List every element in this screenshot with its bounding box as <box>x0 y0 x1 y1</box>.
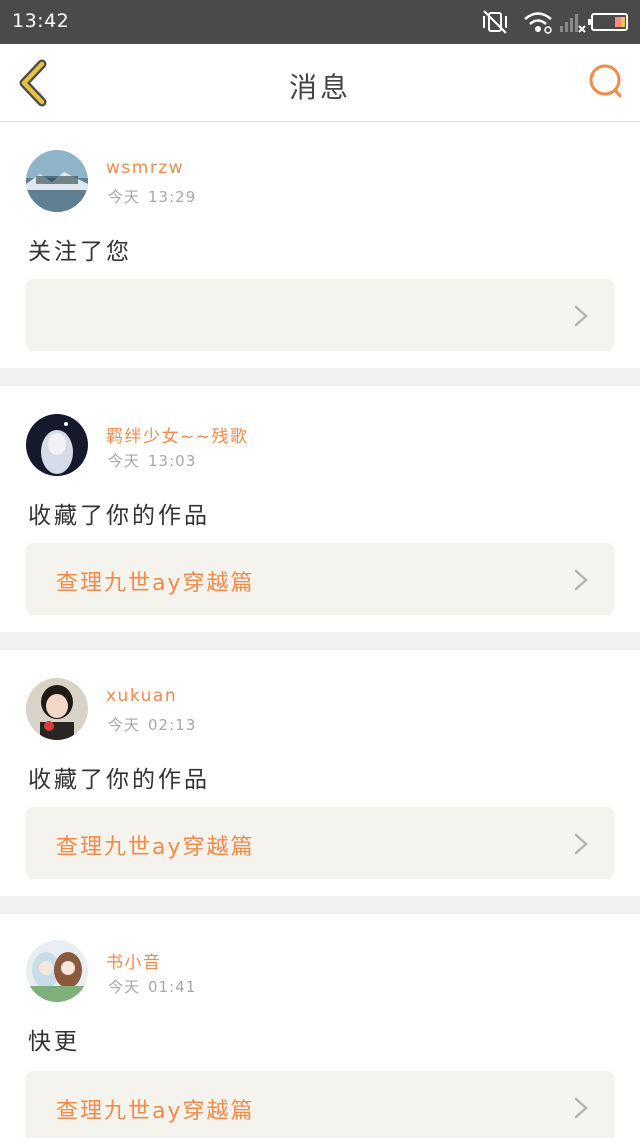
message-card: xukuan 今天 02:13 收藏了你的作品 查理九世ay穿越篇 <box>0 650 640 896</box>
avatar[interactable] <box>26 150 88 212</box>
timestamp: 今天 13:29 <box>108 188 197 206</box>
message-card: 羁绊少女~~残歌 今天 13:03 收藏了你的作品 查理九世ay穿越篇 <box>0 386 640 632</box>
username[interactable]: xukuan <box>106 686 177 706</box>
work-link[interactable]: 查理九世ay穿越篇 <box>26 807 614 879</box>
divider <box>0 632 640 650</box>
chevron-right-icon <box>574 833 588 855</box>
avatar[interactable] <box>26 678 88 740</box>
message-card: wsmrzw 今天 13:29 关注了您 <box>0 122 640 368</box>
timestamp: 今天 01:41 <box>108 978 197 996</box>
work-title: 查理九世ay穿越篇 <box>56 571 255 596</box>
message-card: 书小音 今天 01:41 快更 查理九世ay穿越篇 <box>0 914 640 1138</box>
header: 消息 <box>0 44 640 122</box>
action-text: 快更 <box>28 1029 80 1055</box>
status-bar: 13:42 <box>0 0 640 44</box>
page-title: 消息 <box>288 71 351 104</box>
search-button[interactable] <box>586 62 626 102</box>
work-link[interactable] <box>26 279 614 351</box>
action-text: 收藏了你的作品 <box>28 503 210 529</box>
username[interactable]: 羁绊少女~~残歌 <box>106 422 249 447</box>
chevron-right-icon <box>574 569 588 591</box>
avatar[interactable] <box>26 940 88 1002</box>
battery-icon <box>588 13 628 31</box>
signal-icon <box>560 14 586 33</box>
work-title: 查理九世ay穿越篇 <box>56 835 255 860</box>
divider <box>0 368 640 386</box>
wifi-icon <box>524 12 552 34</box>
work-title: 查理九世ay穿越篇 <box>56 1099 255 1124</box>
chevron-right-icon <box>574 1097 588 1119</box>
action-text: 收藏了你的作品 <box>28 767 210 793</box>
vibrate-off-icon <box>483 10 507 34</box>
work-link[interactable]: 查理九世ay穿越篇 <box>26 543 614 615</box>
username[interactable]: wsmrzw <box>106 158 184 178</box>
search-icon <box>589 64 622 98</box>
work-link[interactable]: 查理九世ay穿越篇 <box>26 1071 614 1138</box>
message-feed: wsmrzw 今天 13:29 关注了您 羁绊少女~~残歌 今天 13:03 收藏了… <box>0 122 640 1138</box>
divider <box>0 896 640 914</box>
avatar[interactable] <box>26 414 88 476</box>
timestamp: 今天 13:03 <box>108 452 197 470</box>
chevron-right-icon <box>574 305 588 327</box>
timestamp: 今天 02:13 <box>108 716 197 734</box>
status-time: 13:42 <box>12 10 70 32</box>
username[interactable]: 书小音 <box>106 948 162 973</box>
action-text: 关注了您 <box>28 239 132 265</box>
